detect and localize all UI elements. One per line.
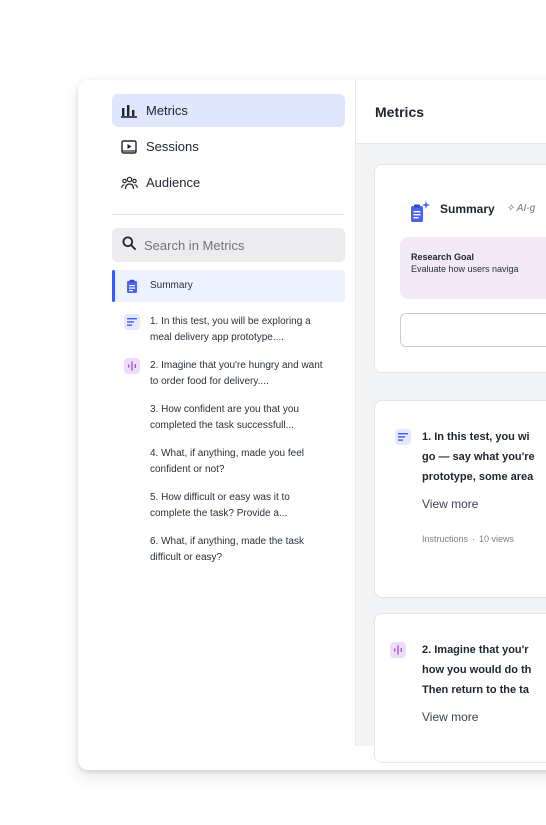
task-title-line: prototype, some area	[422, 471, 534, 483]
play-session-icon	[120, 138, 138, 156]
nav-label: Metrics	[146, 103, 188, 118]
question-item-3[interactable]: 3. How confident are you that you comple…	[112, 402, 345, 434]
summary-title: Summary	[440, 202, 495, 216]
question-label: 4. What, if anything, made you feel conf…	[150, 448, 304, 475]
question-list: Summary 1. In this test, you will be exp…	[112, 270, 345, 566]
audio-wave-icon	[124, 358, 140, 374]
question-label: 2. Imagine that you're hungry and want t…	[150, 360, 323, 387]
summary-input-field[interactable]	[400, 313, 546, 347]
search-input[interactable]	[144, 237, 334, 253]
ai-generated-tag: ✧ AI-g	[506, 203, 536, 214]
page-title: Metrics	[356, 80, 546, 144]
nav-label: Audience	[146, 175, 201, 190]
meta-separator: ·	[472, 534, 476, 544]
question-item-5[interactable]: 5. How difficult or easy was it to compl…	[112, 490, 345, 522]
task-title-line: Then return to the ta	[422, 684, 529, 696]
question-label: 3. How confident are you that you comple…	[150, 404, 299, 431]
view-more-link[interactable]: View more	[422, 710, 478, 724]
question-item-1[interactable]: 1. In this test, you will be exploring a…	[112, 314, 345, 346]
nav-label: Sessions	[146, 139, 199, 154]
nav-item-audience[interactable]: Audience	[112, 166, 345, 199]
question-label: 6. What, if anything, made the task diff…	[150, 536, 304, 563]
question-item-4[interactable]: 4. What, if anything, made you feel conf…	[112, 446, 345, 478]
audio-wave-icon	[390, 642, 406, 658]
search-box[interactable]	[112, 228, 345, 262]
question-item-6[interactable]: 6. What, if anything, made the task diff…	[112, 534, 345, 566]
task-meta: Instructions · 10 views	[422, 534, 514, 544]
sidebar: Metrics Sessions Audience Search in Metr…	[78, 80, 356, 746]
clipboard-icon	[124, 278, 140, 294]
view-count: 10 views	[479, 534, 515, 544]
question-label: 5. How difficult or easy was it to compl…	[150, 492, 290, 519]
sidebar-divider	[112, 214, 345, 215]
audience-icon	[120, 174, 138, 192]
task-card-2[interactable]: 2. Imagine that you'r how you would do t…	[374, 613, 546, 763]
view-more-link[interactable]: View more	[422, 497, 478, 511]
question-label: 1. In this test, you will be exploring a…	[150, 316, 311, 343]
question-label: Summary	[150, 280, 193, 291]
research-goal-box: Research Goal Evaluate how users naviga	[400, 237, 546, 299]
text-lines-icon	[124, 314, 140, 330]
research-goal-title: Research Goal	[411, 252, 475, 262]
nav-item-sessions[interactable]: Sessions	[112, 130, 345, 163]
bar-chart-icon	[120, 102, 138, 120]
main-panel: Metrics Summary ✧ AI-g Research Goal Eva…	[356, 80, 546, 763]
task-title-line: 1. In this test, you wi	[422, 431, 530, 443]
app-window: Metrics Sessions Audience Search in Metr…	[78, 80, 546, 770]
task-title-line: 2. Imagine that you'r	[422, 644, 529, 656]
research-goal-text: Evaluate how users naviga	[411, 264, 519, 274]
task-title-line: go — say what you're	[422, 451, 535, 463]
summary-card: Summary ✧ AI-g Research Goal Evaluate ho…	[374, 164, 546, 373]
task-card-1[interactable]: 1. In this test, you wi go — say what yo…	[374, 400, 546, 598]
text-lines-icon	[395, 429, 411, 445]
search-icon	[122, 236, 136, 255]
summary-clipboard-icon	[410, 201, 430, 223]
task-type: Instructions	[422, 534, 469, 544]
question-item-2[interactable]: 2. Imagine that you're hungry and want t…	[112, 358, 345, 390]
nav-item-metrics[interactable]: Metrics	[112, 94, 345, 127]
question-item-summary[interactable]: Summary	[112, 270, 345, 302]
task-title-line: how you would do th	[422, 664, 532, 676]
